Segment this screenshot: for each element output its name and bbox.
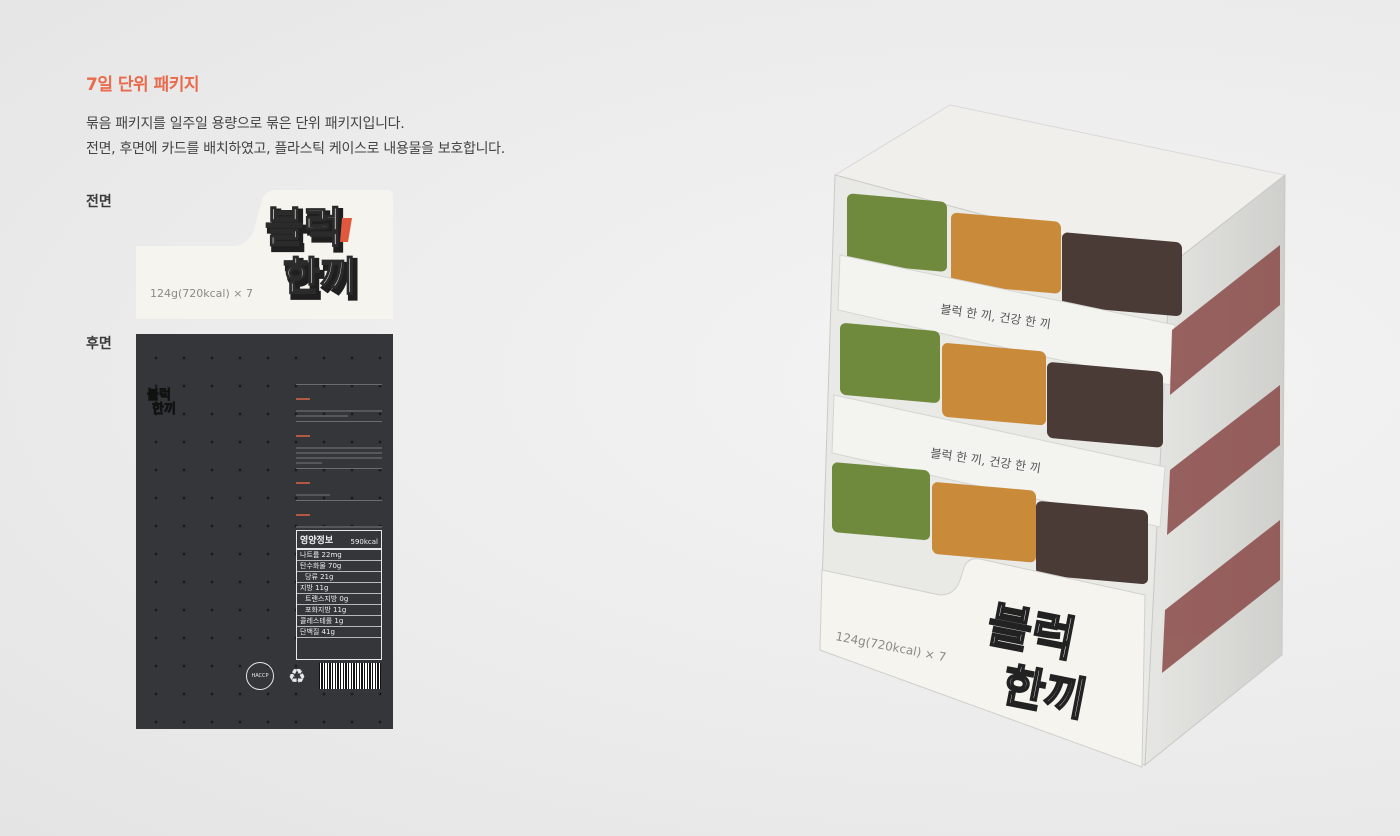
nutrition-table: 영양정보 590kcal 나트륨 22mg 탄수화물 70g 당류 21g 지방… <box>296 530 382 660</box>
cup-orange <box>932 482 1036 563</box>
back-label: 후면 <box>86 336 112 352</box>
nutrition-row: 나트륨 22mg <box>297 550 381 561</box>
cup-brown <box>1047 362 1163 448</box>
logo-text-2: 한끼 <box>283 254 357 300</box>
nutrition-row: 단백질 41g <box>297 627 381 638</box>
nutrition-total: 590kcal <box>350 538 379 546</box>
nutrition-row: 탄수화물 70g <box>297 561 381 572</box>
back-card: 블럭 한끼 영양정보 590kcal 나트륨 22mg 탄수화물 70g 당류 … <box>136 334 393 729</box>
section-description: 묶음 패키지를 일주일 용량으로 묶은 단위 패키지입니다. 전면, 후면에 카… <box>86 112 505 162</box>
cert-badges: HACCP ♻ <box>246 662 310 690</box>
mini-logo-text-2: 한끼 <box>152 401 176 416</box>
front-label: 전면 <box>86 194 112 210</box>
front-weight: 124g(720kcal) × 7 <box>150 287 253 300</box>
description-line-2: 전면, 후면에 카드를 배치하였고, 플라스틱 케이스로 내용물을 보호합니다. <box>86 141 505 157</box>
product-render: 블럭 한 끼, 건강 한 끼 블럭 한 끼, 건강 한 끼 124g(720kc… <box>810 95 1310 775</box>
nutrition-row: 포화지방 11g <box>297 605 381 616</box>
cup-green <box>840 323 940 403</box>
product-box: 블럭 한 끼, 건강 한 끼 블럭 한 끼, 건강 한 끼 124g(720kc… <box>819 104 1287 768</box>
barcode <box>319 663 381 689</box>
nutrition-row: 당류 21g <box>297 572 381 583</box>
cup-brown <box>1062 232 1182 317</box>
front-card-on-box: 124g(720kcal) × 7 블럭 한끼 <box>819 558 1146 768</box>
front-card: 블럭 블럭 한끼 한끼 124g(720kcal) × 7 <box>136 190 393 319</box>
cup-orange <box>942 343 1046 426</box>
cup-green <box>832 462 930 540</box>
section-title: 7일 단위 패키지 <box>86 75 200 95</box>
mini-logo-text-1: 블럭 <box>147 388 171 403</box>
nutrition-row: 콜레스테롤 1g <box>297 616 381 627</box>
logo-text-1: 블럭 <box>265 203 342 252</box>
nutrition-row: 트랜스지방 0g <box>297 594 381 605</box>
recycle-icon: ♻ <box>288 664 306 688</box>
cup-brown <box>1036 501 1148 585</box>
haccp-icon: HACCP <box>246 662 274 690</box>
description-line-1: 묶음 패키지를 일주일 용량으로 묶은 단위 패키지입니다. <box>86 116 405 132</box>
nutrition-title: 영양정보 <box>300 536 334 546</box>
back-mini-logo: 블럭 한끼 <box>147 388 177 416</box>
nutrition-row: 지방 11g <box>297 583 381 594</box>
